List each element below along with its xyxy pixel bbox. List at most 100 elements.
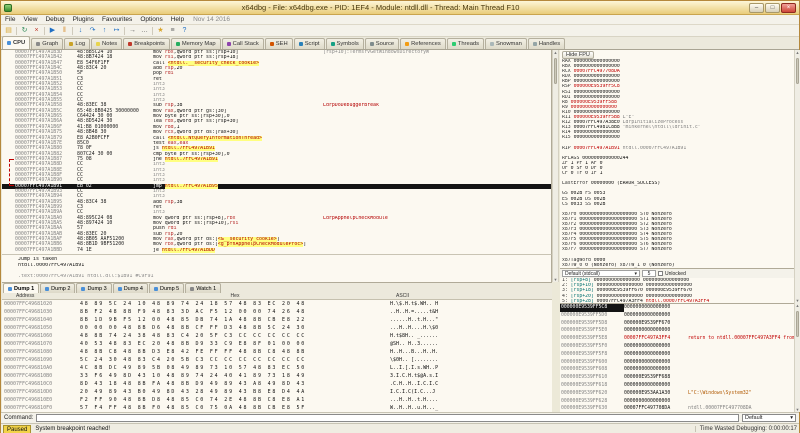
dump-hex-bytes: 5C 24 30 48 83 C4 20 5B C3 CC CC CC CC C… xyxy=(80,356,390,364)
stack-row[interactable]: 000000E9539FF618 0000000000000000 xyxy=(560,382,794,390)
tab-dump-4[interactable]: Dump 4 xyxy=(113,283,148,293)
unlocked-checkbox[interactable]: Unlocked xyxy=(658,271,686,277)
tab-source[interactable]: Source xyxy=(365,38,399,49)
stack-row[interactable]: 000000E9539FF5F8 0000000000000000 xyxy=(560,351,794,359)
stack-row[interactable]: 000000E9539FF630 00007FFC497708DA ntdll.… xyxy=(560,405,794,412)
separator[interactable] xyxy=(151,26,154,36)
tab-dump-3[interactable]: Dump 3 xyxy=(76,283,111,293)
tab-call-stack[interactable]: Call Stack xyxy=(222,38,264,49)
menu-item[interactable]: Favourites xyxy=(98,16,136,23)
scrollbar-thumb[interactable] xyxy=(554,58,557,84)
dump-address: 00007FFC49681070 xyxy=(2,340,80,348)
step-into-icon[interactable]: ↓ xyxy=(75,26,86,36)
stack-row[interactable]: 000000E9539FF628 0000000000000000 xyxy=(560,398,794,406)
tab-snowman[interactable]: Snowman xyxy=(485,38,527,49)
dump-row[interactable]: 00007FFC49681020 48 89 5C 24 10 48 89 74… xyxy=(2,300,552,308)
trace-icon[interactable]: … xyxy=(139,26,150,36)
tab-seh[interactable]: SEH xyxy=(265,38,293,49)
dump-address: 00007FFC49681080 xyxy=(2,348,80,356)
goto-icon[interactable]: → xyxy=(127,26,138,36)
registers-scrollbar[interactable] xyxy=(794,50,800,303)
dump-row[interactable]: 00007FFC496810F0 57 F4 FF 48 8B F0 48 85… xyxy=(2,404,552,412)
separator[interactable] xyxy=(15,26,18,36)
dump-row[interactable]: 00007FFC49681070 40 53 48 83 EC 20 48 8B… xyxy=(2,340,552,348)
tab-dump-2[interactable]: Dump 2 xyxy=(40,283,75,293)
minimize-button[interactable]: – xyxy=(749,3,764,13)
tab-memory-map[interactable]: Memory Map xyxy=(171,38,221,49)
tab-handles[interactable]: Handles xyxy=(528,38,565,49)
stack-row[interactable]: 000000E9539FF620 000000E953AA1A30 L"C:\W… xyxy=(560,390,794,398)
close-debuggee-icon[interactable]: × xyxy=(31,26,42,36)
tab-dump-1[interactable]: Dump 1 xyxy=(3,283,39,293)
separator[interactable] xyxy=(123,26,126,36)
settings-icon[interactable]: ≡ xyxy=(167,26,178,36)
stack-row[interactable]: 000000E9539FF5D8 000000E9539FF670 xyxy=(560,320,794,328)
dump-row[interactable]: 00007FFC49681050 00 00 00 48 8B D6 48 8B… xyxy=(2,324,552,332)
dump-row[interactable]: 00007FFC496810E0 F2 FF 90 48 8B D8 48 85… xyxy=(2,396,552,404)
tab-graph[interactable]: Graph xyxy=(31,38,63,49)
execute-till-return-icon[interactable]: ↦ xyxy=(111,26,122,36)
stack-row[interactable]: 000000E9539FF610 000000E9539FF688 xyxy=(560,374,794,382)
dump-row[interactable]: 00007FFC496810A0 4C 8B DC 49 89 5B 08 49… xyxy=(2,364,552,372)
dump-ascii: L..I.[.I.s.WH..P xyxy=(390,364,552,372)
tab-watch-1[interactable]: Watch 1 xyxy=(185,283,221,293)
tab-references[interactable]: References xyxy=(400,38,446,49)
disasm-row[interactable]: 00007FFC497A1BBD 74 1E je ntdll.7FFC497A… xyxy=(2,248,551,253)
separator[interactable] xyxy=(43,26,46,36)
dump-row[interactable]: 00007FFC49681080 48 8B C8 48 8B D3 E8 42… xyxy=(2,348,552,356)
pause-icon[interactable]: ‖ xyxy=(59,26,70,36)
calling-convention-select[interactable]: Default (stdcall)▾ xyxy=(562,270,640,277)
dump-row[interactable]: 00007FFC49681090 5C 24 30 48 83 C4 20 5B… xyxy=(2,356,552,364)
tab-label: References xyxy=(411,41,441,47)
separator[interactable] xyxy=(71,26,74,36)
tab-dump-5[interactable]: Dump 5 xyxy=(149,283,184,293)
menu-item[interactable]: Help xyxy=(167,16,188,23)
menu-item[interactable]: View xyxy=(19,16,41,23)
stack-row[interactable]: 000000E9539FF5E8 00007FFC497A3FF4 return… xyxy=(560,335,794,343)
dump-address: 00007FFC496810E0 xyxy=(2,396,80,404)
dump-hex-bytes: 48 8B 74 24 38 48 83 C4 20 5F C3 CC CC C… xyxy=(80,332,390,340)
tab-icon xyxy=(96,42,100,46)
tab-breakpoints[interactable]: Breakpoints xyxy=(123,38,170,49)
step-over-icon[interactable]: ↷ xyxy=(87,26,98,36)
stack-row[interactable]: 000000E9539FF5D0 0000000000000000 xyxy=(560,312,794,320)
menu-item[interactable]: File xyxy=(1,16,19,23)
stack-scrollbar[interactable] xyxy=(794,303,800,412)
menu-item[interactable]: Options xyxy=(136,16,166,23)
run-icon[interactable]: ▶ xyxy=(47,26,58,36)
step-out-icon[interactable]: ↑ xyxy=(99,26,110,36)
favourites-icon[interactable]: ★ xyxy=(155,26,166,36)
stack-row[interactable]: 000000E9539FF5C8 0000000000000000 xyxy=(560,304,794,312)
maximize-button[interactable]: □ xyxy=(765,3,780,13)
restart-icon[interactable]: ↻ xyxy=(19,26,30,36)
dump-row[interactable]: 00007FFC496810D0 20 49 89 43 B0 49 8D 43… xyxy=(2,388,552,396)
tab-notes[interactable]: Notes xyxy=(91,38,122,49)
menu-item[interactable]: Debug xyxy=(41,16,68,23)
help-icon[interactable]: ? xyxy=(179,26,190,36)
menu-item[interactable]: Plugins xyxy=(69,16,98,23)
command-input[interactable] xyxy=(36,414,739,422)
dump-row[interactable]: 00007FFC49681040 8B 1D 9B F5 12 00 48 85… xyxy=(2,316,552,324)
stack-row[interactable]: 000000E9539FF608 0000000000000000 xyxy=(560,366,794,374)
command-type-select[interactable]: Default▾ xyxy=(742,414,796,422)
tab-threads[interactable]: Threads xyxy=(447,38,484,49)
open-file-icon[interactable]: ▤ xyxy=(3,26,14,36)
scrollbar-thumb[interactable] xyxy=(796,58,799,84)
tab-log[interactable]: Log xyxy=(64,38,90,49)
close-button[interactable]: × xyxy=(781,3,796,13)
tab-cpu[interactable]: CPU xyxy=(2,36,30,49)
dump-row[interactable]: 00007FFC49681060 48 8B 74 24 38 48 83 C4… xyxy=(2,332,552,340)
view-tab-bar: CPU Graph Log Notes Breakpoints Memory M… xyxy=(1,37,799,50)
tab-script[interactable]: Script xyxy=(294,38,325,49)
disassembly-scrollbar[interactable] xyxy=(552,50,559,282)
dump-row[interactable]: 00007FFC49681030 8B F2 48 8B F9 48 83 3D… xyxy=(2,308,552,316)
scrollbar-thumb[interactable] xyxy=(796,311,799,337)
stack-row[interactable]: 000000E9539FF5E0 0000000000000000 xyxy=(560,327,794,335)
dump-row[interactable]: 00007FFC496810B0 33 F6 49 8D 43 10 48 89… xyxy=(2,372,552,380)
argument-count-spinner[interactable]: 5 xyxy=(642,270,656,277)
tab-symbols[interactable]: Symbols xyxy=(326,38,364,49)
stack-row[interactable]: 000000E9539FF600 0000000000000000 xyxy=(560,359,794,367)
stack-row[interactable]: 000000E9539FF5F0 0000000000000000 xyxy=(560,343,794,351)
dump-row[interactable]: 00007FFC496810C0 8D 43 18 48 8B FA 48 8B… xyxy=(2,380,552,388)
hide-fpu-button[interactable]: Hide FPU xyxy=(562,51,594,59)
